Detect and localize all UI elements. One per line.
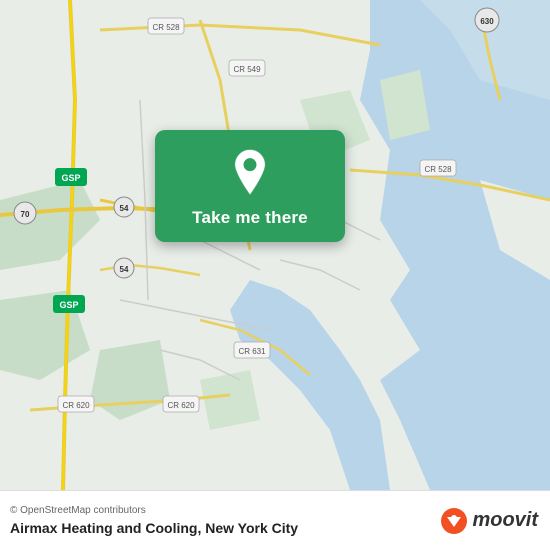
svg-text:CR 620: CR 620 [62, 401, 90, 410]
location-pin-icon [228, 148, 272, 198]
svg-text:70: 70 [21, 210, 30, 219]
svg-text:54: 54 [120, 204, 129, 213]
bottom-left-info: © OpenStreetMap contributors Airmax Heat… [10, 505, 298, 536]
map-view: GSP GSP 70 CR 528 CR 528 CR 549 54 54 CR… [0, 0, 550, 490]
osm-attribution: © OpenStreetMap contributors [10, 505, 298, 516]
moovit-brand-icon [440, 507, 468, 535]
moovit-logo: moovit [440, 507, 538, 535]
svg-text:GSP: GSP [61, 173, 80, 183]
svg-text:GSP: GSP [59, 300, 78, 310]
place-name: Airmax Heating and Cooling, New York Cit… [10, 520, 298, 536]
svg-text:54: 54 [120, 265, 129, 274]
svg-text:CR 620: CR 620 [167, 401, 195, 410]
take-me-there-button-label: Take me there [192, 208, 308, 228]
take-me-there-card[interactable]: Take me there [155, 130, 345, 242]
svg-text:630: 630 [480, 17, 494, 26]
bottom-bar: © OpenStreetMap contributors Airmax Heat… [0, 490, 550, 550]
moovit-brand-text: moovit [472, 509, 538, 532]
svg-text:CR 528: CR 528 [152, 23, 180, 32]
svg-text:CR 549: CR 549 [233, 65, 261, 74]
svg-text:CR 528: CR 528 [424, 165, 452, 174]
svg-text:CR 631: CR 631 [238, 347, 266, 356]
